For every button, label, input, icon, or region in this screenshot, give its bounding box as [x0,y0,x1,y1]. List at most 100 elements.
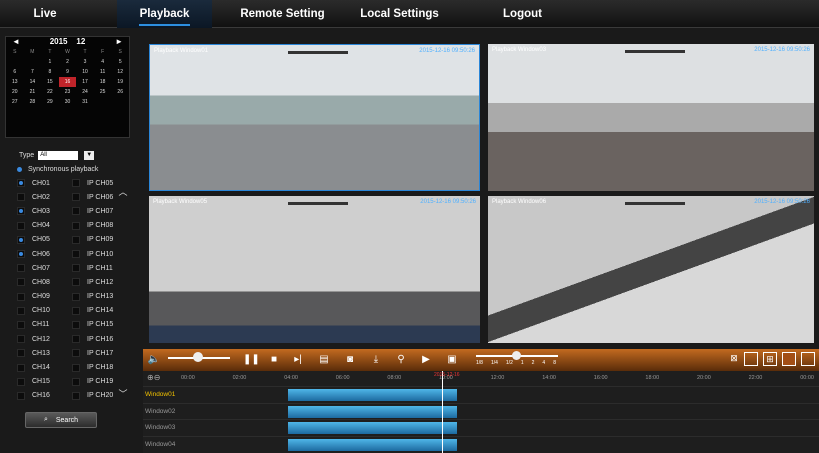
next-month-button[interactable]: ► [115,37,123,47]
channel-checkbox[interactable] [17,250,25,259]
channel-checkbox[interactable] [17,179,25,188]
ip-channel-checkbox[interactable] [72,335,80,344]
sync-checkbox[interactable] [17,166,22,172]
tab-local-settings[interactable]: Local Settings [352,0,447,28]
camera-icon[interactable]: ◙ [343,352,357,368]
calendar-day[interactable]: 1 [41,57,59,67]
calendar-day[interactable]: 6 [6,67,24,77]
calendar-day[interactable]: 25 [94,87,112,97]
tab-playback[interactable]: Playback [117,0,212,28]
calendar-day[interactable]: 29 [41,97,59,107]
playback-window-5[interactable]: Playback Window05 2015-12-16 09:50:26 [149,196,480,343]
timeline-row[interactable]: Window02 [143,402,819,419]
recording-segment[interactable] [288,389,457,401]
calendar-day[interactable]: 7 [24,67,42,77]
calendar-day[interactable]: 15 [41,77,59,87]
clip-icon[interactable]: ▤ [317,352,331,368]
window-label[interactable]: Window01 [145,391,175,398]
timeline-row[interactable]: Window04 [143,435,819,452]
ip-channel-checkbox[interactable] [72,250,80,259]
layout-1-icon[interactable] [744,352,758,366]
calendar-day[interactable]: 13 [6,77,24,87]
calendar-day[interactable]: 18 [94,77,112,87]
timeline[interactable]: ⊕⊖ 00:00 02:00 04:00 06:00 08:00 10:00 12:00 14… [143,371,819,453]
window-label[interactable]: Window02 [145,408,175,415]
recording-segment[interactable] [288,405,457,418]
channel-checkbox[interactable] [17,349,25,358]
ip-channel-checkbox[interactable] [72,292,80,301]
channel-checkbox[interactable] [17,320,25,329]
timeline-row[interactable]: Window03 [143,419,819,435]
ip-channel-checkbox[interactable] [72,264,80,273]
channel-checkbox[interactable] [17,235,25,244]
calendar-day[interactable]: 31 [76,97,94,107]
ip-channel-checkbox[interactable] [72,391,80,400]
ip-channel-checkbox[interactable] [72,179,80,188]
channel-checkbox[interactable] [17,193,25,202]
play-icon[interactable]: ▶ [419,352,433,368]
ip-channel-checkbox[interactable] [72,349,80,358]
calendar-day[interactable]: 26 [111,87,129,97]
search-button[interactable]: ⌕ Search [25,412,97,428]
channel-checkbox[interactable] [17,335,25,344]
calendar-day[interactable]: 10 [76,67,94,77]
calendar-day[interactable]: 22 [41,87,59,97]
calendar-day[interactable]: 24 [76,87,94,97]
ip-channel-checkbox[interactable] [72,278,80,287]
calendar-day[interactable]: 16 [58,77,77,87]
calendar-day[interactable]: 23 [59,87,77,97]
calendar-day[interactable]: 30 [59,97,77,107]
calendar-day[interactable]: 8 [41,67,59,77]
volume-knob[interactable] [193,352,203,362]
tab-remote-setting[interactable]: Remote Setting [230,0,335,28]
ip-channel-checkbox[interactable] [72,363,80,372]
playback-window-3[interactable]: Playback Window03 2015-12-16 09:50:26 [488,44,814,191]
timeline-cursor[interactable] [442,371,443,453]
playback-window-1[interactable]: Playback Window01 2015-12-16 09:50:26 [149,44,480,191]
scroll-down-icon[interactable]: ﹀ [117,387,129,399]
recording-segment[interactable] [288,438,457,451]
calendar-day[interactable]: 2 [59,57,77,67]
ip-channel-checkbox[interactable] [72,377,80,386]
ip-channel-checkbox[interactable] [72,320,80,329]
channel-checkbox[interactable] [17,377,25,386]
calendar-day[interactable]: 17 [76,77,94,87]
timeline-row[interactable]: Window01 [143,386,819,402]
window-label[interactable]: Window04 [145,441,175,448]
calendar-day[interactable]: 11 [94,67,112,77]
recording-segment[interactable] [288,422,457,434]
calendar-day[interactable]: 5 [111,57,129,67]
stop-icon[interactable]: ■ [267,352,281,368]
channel-checkbox[interactable] [17,207,25,216]
calendar-day[interactable]: 12 [111,67,129,77]
channel-checkbox[interactable] [17,264,25,273]
speaker-icon[interactable]: 🔈 [147,352,161,368]
scroll-up-icon[interactable]: ︿ [117,185,129,197]
calendar-day[interactable]: 19 [111,77,129,87]
calendar-day[interactable]: 28 [24,97,42,107]
zoom-icon[interactable]: ⊕⊖ [147,373,160,382]
pause-icon[interactable]: ❚❚ [243,352,260,368]
calendar-day[interactable]: 3 [76,57,94,67]
tab-logout[interactable]: Logout [475,0,570,28]
channel-checkbox[interactable] [17,292,25,301]
calendar-day[interactable]: 21 [24,87,42,97]
window-label[interactable]: Window03 [145,424,175,431]
magnifier-icon[interactable]: ⚲ [394,352,408,368]
channel-checkbox[interactable] [17,306,25,315]
calendar-day[interactable]: 9 [59,67,77,77]
layout-9-icon[interactable] [782,352,796,366]
ip-channel-checkbox[interactable] [72,235,80,244]
channel-checkbox[interactable] [17,363,25,372]
calendar-day[interactable]: 14 [24,77,42,87]
ip-channel-checkbox[interactable] [72,207,80,216]
speed-knob[interactable] [512,351,521,360]
calendar-day[interactable]: 20 [6,87,24,97]
ip-channel-checkbox[interactable] [72,306,80,315]
chevron-down-icon[interactable]: ▼ [84,150,95,160]
calendar-day[interactable]: 4 [94,57,112,67]
speed-slider[interactable]: 1/8 1/4 1/2 1 2 4 8 [476,351,558,369]
prev-month-button[interactable]: ◄ [12,37,20,47]
channel-scrollbar[interactable]: ︿ ﹀ [117,181,129,411]
playback-window-6[interactable]: Playback Window06 2015-12-16 09:50:26 [488,196,814,343]
